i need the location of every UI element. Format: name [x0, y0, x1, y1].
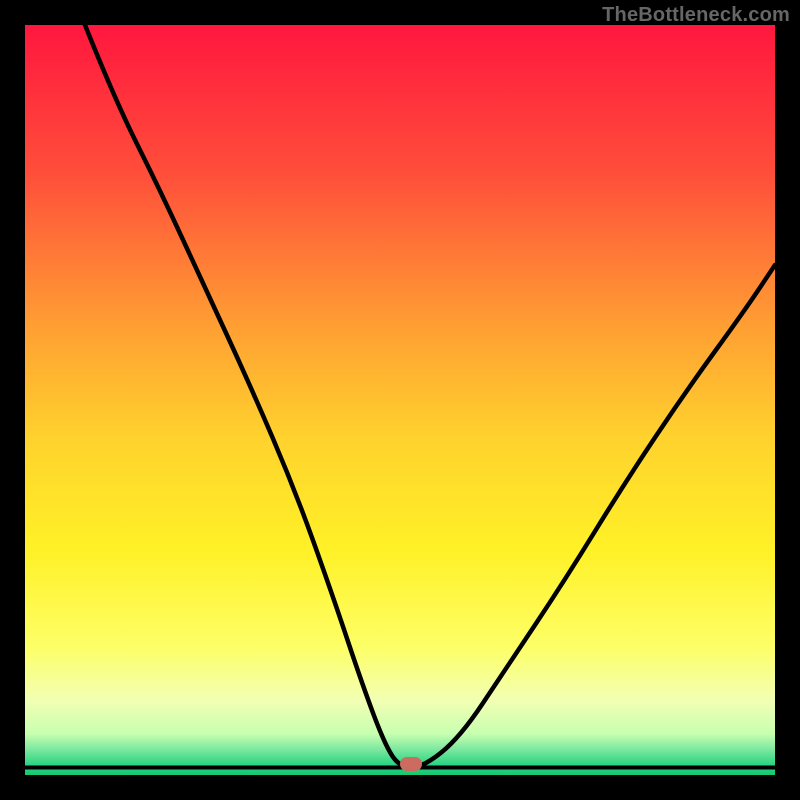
chart-curve-svg [25, 25, 775, 775]
minimum-marker [400, 757, 422, 771]
plot-area [25, 25, 775, 775]
watermark-text: TheBottleneck.com [602, 4, 790, 27]
chart-frame: TheBottleneck.com [0, 0, 800, 800]
bottleneck-curve [85, 25, 775, 768]
